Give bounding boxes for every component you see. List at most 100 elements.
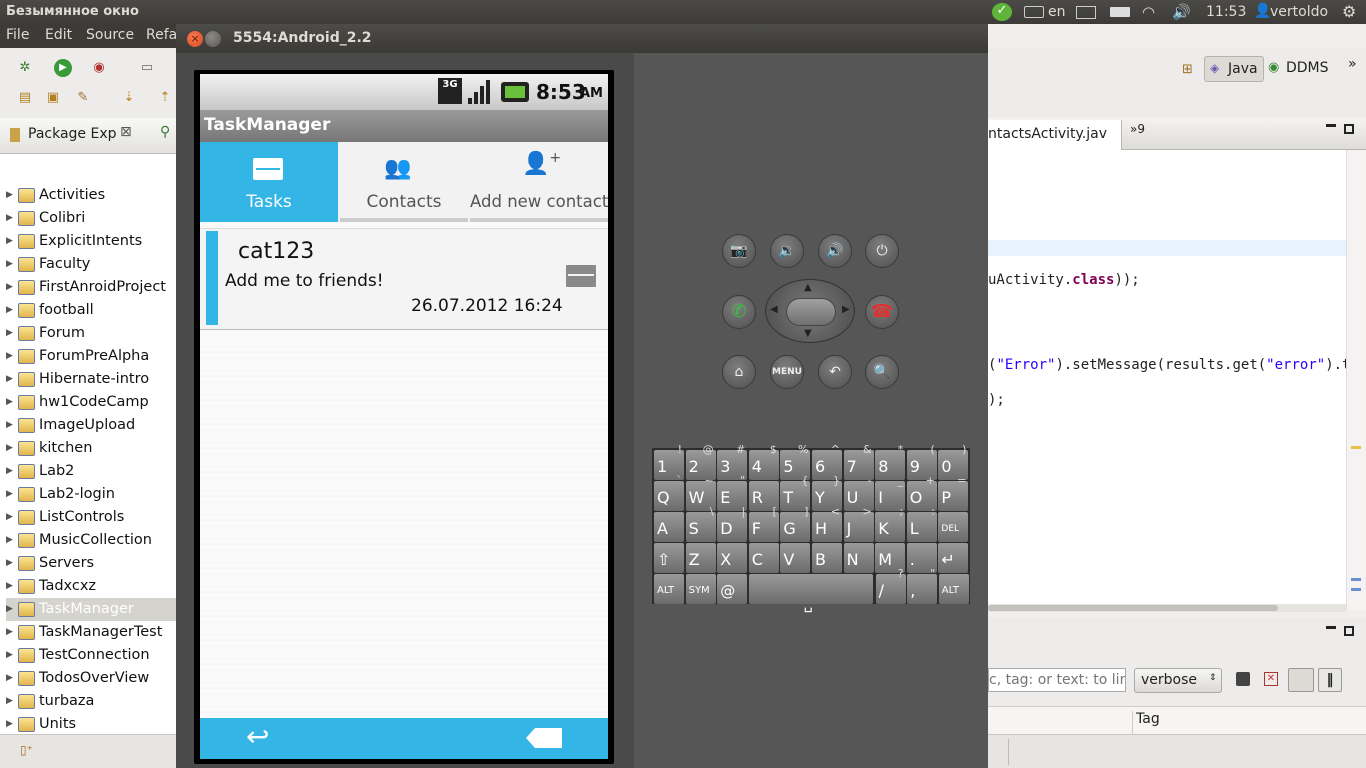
expand-arrow-icon[interactable]: ▶: [6, 253, 13, 276]
key[interactable]: H <: [812, 505, 842, 542]
editor-horizontal-scrollbar[interactable]: [988, 604, 1346, 612]
volume-up-icon[interactable]: 🔊: [818, 234, 852, 268]
package-tree-item[interactable]: ▶ Forum: [6, 322, 176, 345]
back-icon[interactable]: ↶: [818, 355, 852, 389]
scrollbar-thumb[interactable]: [988, 605, 1278, 611]
dpad-left-icon[interactable]: ◀: [770, 304, 778, 315]
user-icon[interactable]: 👤: [1254, 3, 1271, 19]
key[interactable]: G]: [780, 505, 811, 542]
package-tree-item[interactable]: ▶ Lab2-login: [6, 483, 176, 506]
package-tree-item[interactable]: ▶ Servers: [6, 552, 176, 575]
open-folder-icon[interactable]: ▣: [44, 89, 62, 107]
key[interactable]: 4 $: [748, 443, 779, 480]
key[interactable]: ⇧: [654, 543, 684, 573]
search-icon[interactable]: 🔍: [865, 355, 899, 389]
envelope-icon[interactable]: [566, 265, 596, 287]
key[interactable]: ALT: [654, 574, 684, 604]
expand-arrow-icon[interactable]: ▶: [6, 322, 13, 345]
package-tree-item[interactable]: ▶ TaskManager: [6, 598, 176, 621]
tab-tasks[interactable]: Tasks: [200, 142, 338, 222]
key[interactable]: N: [843, 543, 874, 573]
package-tree-item[interactable]: ▶ Activities: [6, 184, 176, 207]
expand-arrow-icon[interactable]: ▶: [6, 552, 13, 575]
external-tools-icon[interactable]: ◉: [90, 59, 108, 77]
perspective-ddms[interactable]: ◉ DDMS: [1268, 56, 1334, 82]
key[interactable]: , ": [907, 567, 938, 604]
wifi-icon[interactable]: ◠: [1142, 3, 1155, 21]
package-tree-item[interactable]: ▶ TestConnection: [6, 644, 176, 667]
open-perspective-icon[interactable]: ⊞: [1182, 62, 1193, 77]
expand-arrow-icon[interactable]: ▶: [6, 276, 13, 299]
expand-arrow-icon[interactable]: ▶: [6, 713, 13, 736]
menu-button[interactable]: MENU: [770, 355, 804, 389]
key[interactable]: ALT: [938, 574, 969, 604]
session-gear-icon[interactable]: ⚙: [1342, 2, 1356, 21]
expand-arrow-icon[interactable]: ▶: [6, 529, 13, 552]
editor-overview-ruler[interactable]: [1346, 150, 1366, 610]
save-log-icon[interactable]: [1236, 672, 1250, 686]
tab-add-contact[interactable]: 👤+ Add new contact: [470, 142, 608, 222]
editor-tab-overflow[interactable]: »9: [1130, 122, 1145, 136]
menu-file[interactable]: File: [6, 27, 29, 43]
run-icon[interactable]: ▶: [54, 59, 72, 77]
expand-arrow-icon[interactable]: ▶: [6, 368, 13, 391]
clear-log-icon[interactable]: ✕: [1264, 672, 1278, 686]
package-tree-item[interactable]: ▶ Faculty: [6, 253, 176, 276]
expand-arrow-icon[interactable]: ▶: [6, 598, 13, 621]
dpad-right-icon[interactable]: ▶: [842, 304, 850, 315]
expand-arrow-icon[interactable]: ▶: [6, 460, 13, 483]
prev-annotation-icon[interactable]: ⇡: [156, 89, 174, 107]
expand-arrow-icon[interactable]: ▶: [6, 299, 13, 322]
hierarchy-icon[interactable]: ⚲: [160, 124, 170, 140]
package-explorer-title[interactable]: Package Exp: [28, 126, 117, 142]
key[interactable]: B: [812, 543, 842, 573]
battery-icon[interactable]: [1110, 7, 1130, 17]
clear-icon[interactable]: [526, 728, 562, 748]
editor-tab-active[interactable]: ntactsActivity.jav: [988, 120, 1122, 150]
update-check-icon[interactable]: ✓: [992, 3, 1012, 21]
fast-view-icon[interactable]: ▯⁺: [20, 743, 33, 757]
expand-arrow-icon[interactable]: ▶: [6, 506, 13, 529]
volume-icon[interactable]: 🔊: [1172, 3, 1191, 21]
minimize-window-icon[interactable]: [205, 31, 221, 47]
key[interactable]: C: [748, 543, 779, 573]
tab-contacts[interactable]: 👥 Contacts: [340, 142, 468, 222]
key[interactable]: SYM: [685, 574, 716, 604]
volume-down-icon[interactable]: 🔉: [770, 234, 804, 268]
maximize-icon[interactable]: [1344, 124, 1354, 134]
package-tree-item[interactable]: ▶ kitchen: [6, 437, 176, 460]
column-tag[interactable]: Tag: [1136, 711, 1160, 727]
menu-edit[interactable]: Edit: [45, 27, 72, 43]
expand-arrow-icon[interactable]: ▶: [6, 690, 13, 713]
camera-button-icon[interactable]: 📷: [722, 234, 756, 268]
key[interactable]: Z: [685, 543, 716, 573]
package-tree-item[interactable]: ▶ TodosOverView: [6, 667, 176, 690]
log-level-select[interactable]: verbose ⇕: [1134, 668, 1222, 693]
minimize-icon[interactable]: [1326, 626, 1336, 629]
package-tree-item[interactable]: ▶ Colibri: [6, 207, 176, 230]
expand-arrow-icon[interactable]: ▶: [6, 184, 13, 207]
package-tree-item[interactable]: ▶ turbaza: [6, 690, 176, 713]
key[interactable]: ↵: [938, 543, 969, 573]
dpad-up-icon[interactable]: ▲: [804, 282, 812, 293]
back-arrow-icon[interactable]: ↩: [246, 720, 269, 753]
logcat-filter-input[interactable]: [988, 668, 1126, 692]
package-tree-item[interactable]: ▶ football: [6, 299, 176, 322]
key[interactable]: J >: [843, 505, 874, 542]
user-name[interactable]: vertoldo: [1270, 4, 1328, 20]
keyboard-layout[interactable]: en: [1048, 4, 1066, 20]
expand-arrow-icon[interactable]: ▶: [6, 644, 13, 667]
key[interactable]: @: [717, 574, 748, 604]
expand-arrow-icon[interactable]: ▶: [6, 230, 13, 253]
expand-arrow-icon[interactable]: ▶: [6, 345, 13, 368]
expand-arrow-icon[interactable]: ▶: [6, 391, 13, 414]
new-file-icon[interactable]: ▭: [138, 59, 156, 77]
package-tree-item[interactable]: ▶ Lab2: [6, 460, 176, 483]
power-icon[interactable]: ⏻: [865, 234, 899, 268]
debug-icon[interactable]: ✲: [16, 59, 34, 77]
minimize-icon[interactable]: [1326, 124, 1336, 127]
package-tree-item[interactable]: ▶ TaskManagerTest: [6, 621, 176, 644]
key[interactable]: Q `: [654, 474, 684, 511]
key[interactable]: V: [780, 543, 811, 573]
pen-icon[interactable]: ✎: [74, 89, 92, 107]
